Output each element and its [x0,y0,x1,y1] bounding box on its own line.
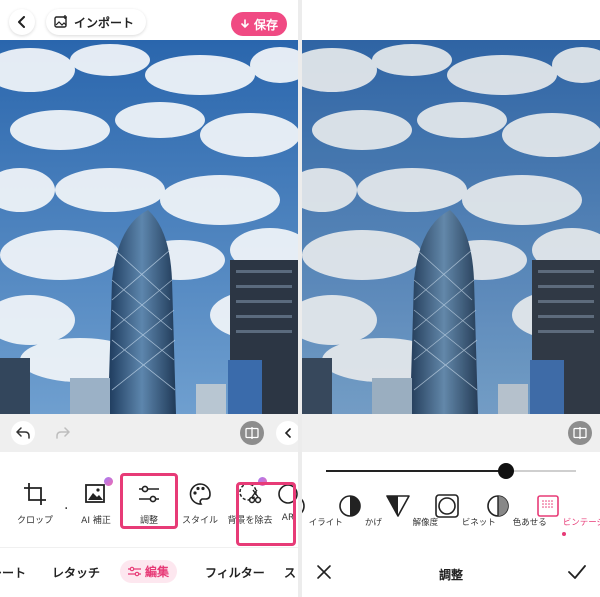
back-button[interactable] [9,9,35,35]
sharpness-icon [386,495,410,517]
confirm-button[interactable] [568,564,586,584]
compare-button[interactable] [240,421,264,445]
tab-filter[interactable]: フィルター [205,564,265,581]
vintage-icon [537,495,559,517]
tool-label: AI 補正 [81,516,111,526]
tab-edit-label: 編集 [145,565,170,579]
adjust-tool-row: イライト かげ 解像度 ビネット 色あせる ビンテージ [302,452,600,547]
redo-button[interactable] [51,421,75,445]
fade-icon [487,495,509,517]
undo-button[interactable] [11,421,35,445]
vignette-icon [435,494,459,518]
compare-bar [302,414,600,452]
adjust-title: 調整 [438,568,463,582]
photo-preview-adjusted [302,40,600,414]
adjust-fade[interactable]: 色あせる [486,494,547,528]
collapse-button[interactable] [276,421,298,445]
image-import-icon [54,15,67,28]
compare-icon [245,427,259,439]
adjust-vintage[interactable]: ビンテージ [536,494,600,536]
crop-icon [24,483,46,505]
palette-icon [189,483,211,505]
chevron-left-icon [284,428,291,438]
adjust-highlight-box [120,473,178,529]
adjust-label: ビンテージ [562,518,600,528]
compare-icon [573,427,587,439]
edit-sliders-icon [128,566,141,577]
active-indicator [562,532,566,536]
adjust-label: かげ [364,518,382,528]
adjust-vignette[interactable]: ビネット [435,494,496,528]
highlight-icon [302,498,305,514]
chevron-left-icon [18,16,25,28]
adjust-footer: 調整 [302,547,600,597]
intensity-slider[interactable] [326,463,576,479]
tab-edit[interactable]: 編集 [120,560,178,583]
adjust-sharpness[interactable]: 解像度 [384,494,440,528]
tab-template[interactable]: レート [0,564,26,581]
save-button[interactable]: 保存 [230,12,287,36]
undo-icon [16,427,30,439]
tab-more[interactable]: ス [284,564,296,581]
save-label: 保存 [253,17,278,32]
tool-label: クロップ [16,516,53,526]
editor-panel-right: イライト かげ 解像度 ビネット 色あせる ビンテージ 調整 [302,0,600,597]
top-bar: インポート 保存 [0,0,298,40]
compare-button[interactable] [568,421,592,445]
vintage-highlight-box [236,482,296,546]
slider-fill [326,470,506,472]
ai-enhance-icon [85,484,105,503]
adjust-shadow[interactable]: かげ [332,494,388,528]
tool-crop[interactable]: クロップ [5,480,65,526]
shadow-icon [339,495,361,517]
history-bar [0,414,298,452]
import-label: インポート [74,15,135,30]
tab-retouch[interactable]: レタッチ [52,564,100,581]
download-arrow-icon [241,19,249,29]
tool-ai-enhance[interactable]: AI 補正 [66,477,126,526]
redo-icon [56,427,70,439]
check-icon [568,565,586,579]
bottom-tabs: レート レタッチ 編集 フィルター ス [0,547,298,597]
slider-knob[interactable] [498,463,514,479]
tool-label: スタイル [181,516,218,526]
photo-preview [0,40,298,414]
premium-badge-icon [104,477,113,486]
import-button[interactable]: インポート [46,9,147,35]
